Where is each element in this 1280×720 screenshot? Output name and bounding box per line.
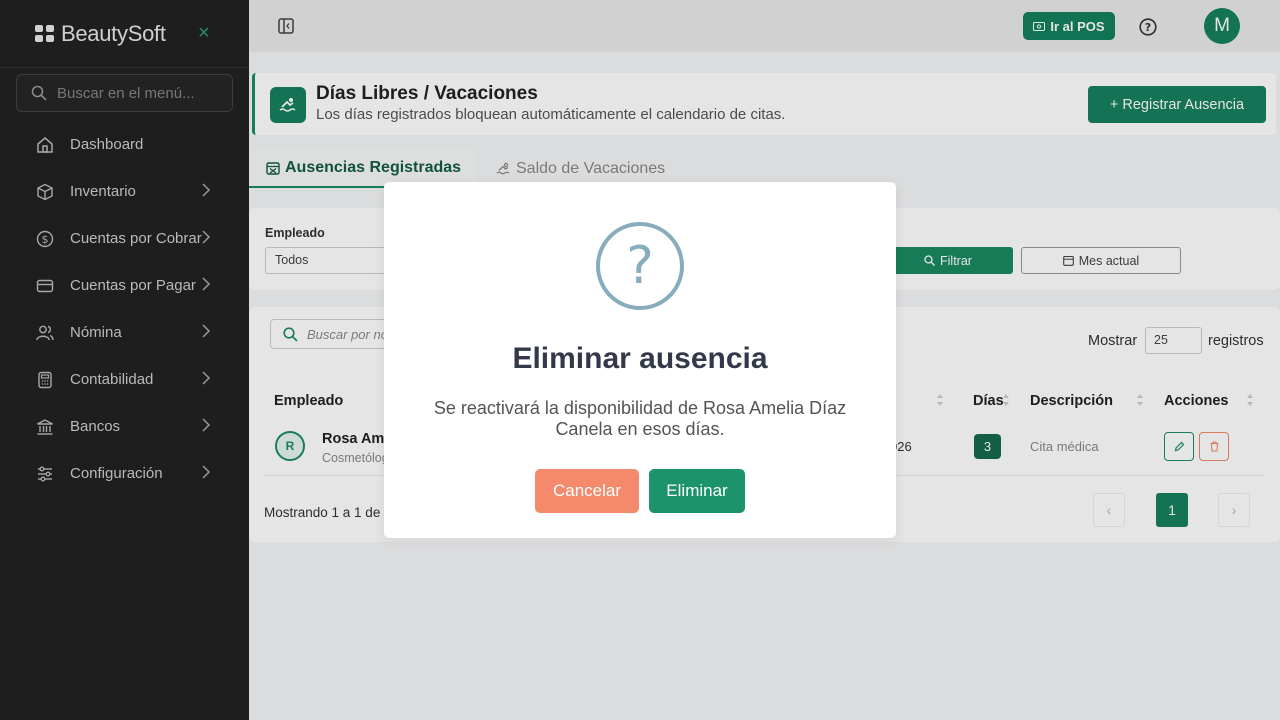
question-icon: ? [596,222,684,310]
dialog-message: Se reactivará la disponibilidad de Rosa … [433,398,847,439]
cancel-button[interactable]: Cancelar [535,469,639,513]
confirm-dialog: ? Eliminar ausencia Se reactivará la dis… [384,182,896,538]
confirm-delete-button[interactable]: Eliminar [649,469,745,513]
dialog-title: Eliminar ausencia [512,342,768,375]
